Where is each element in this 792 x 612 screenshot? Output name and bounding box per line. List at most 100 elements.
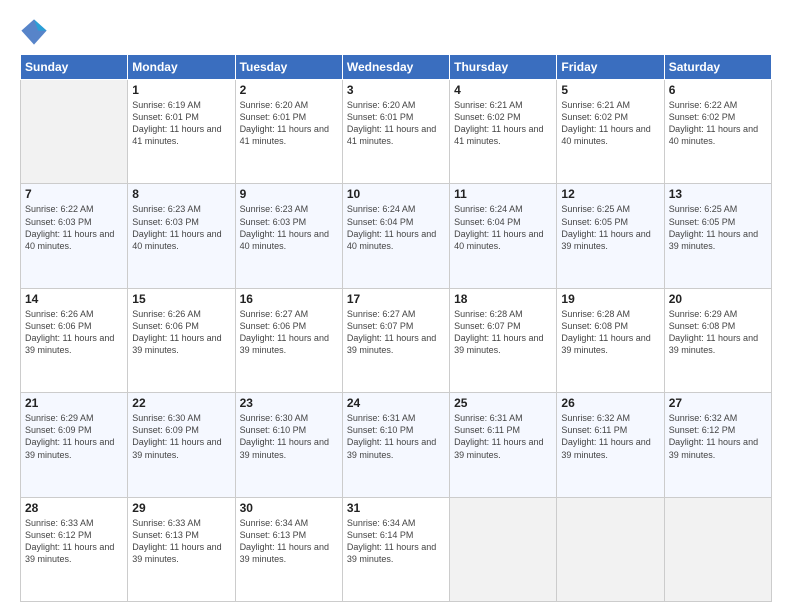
day-number: 13: [669, 187, 767, 201]
calendar-cell: 30 Sunrise: 6:34 AMSunset: 6:13 PMDayligh…: [235, 497, 342, 601]
calendar-cell: 23 Sunrise: 6:30 AMSunset: 6:10 PMDayligh…: [235, 393, 342, 497]
day-number: 21: [25, 396, 123, 410]
calendar-cell: 2 Sunrise: 6:20 AMSunset: 6:01 PMDaylight…: [235, 80, 342, 184]
day-number: 7: [25, 187, 123, 201]
day-info: Sunrise: 6:33 AMSunset: 6:12 PMDaylight:…: [25, 517, 123, 566]
calendar-cell: 27 Sunrise: 6:32 AMSunset: 6:12 PMDayligh…: [664, 393, 771, 497]
day-number: 22: [132, 396, 230, 410]
calendar-cell: [557, 497, 664, 601]
day-number: 10: [347, 187, 445, 201]
calendar-cell: [664, 497, 771, 601]
day-number: 20: [669, 292, 767, 306]
day-number: 9: [240, 187, 338, 201]
weekday-header-tuesday: Tuesday: [235, 55, 342, 80]
calendar-table: SundayMondayTuesdayWednesdayThursdayFrid…: [20, 54, 772, 602]
calendar-cell: 24Sunrise: 6:31 AMSunset: 6:10 PMDayligh…: [342, 393, 449, 497]
day-info: Sunrise: 6:20 AMSunset: 6:01 PMDaylight:…: [240, 99, 338, 148]
calendar-cell: 3 Sunrise: 6:20 AMSunset: 6:01 PMDaylight…: [342, 80, 449, 184]
day-info: Sunrise: 6:21 AMSunset: 6:02 PMDaylight:…: [454, 99, 552, 148]
calendar-cell: 9 Sunrise: 6:23 AMSunset: 6:03 PMDaylight…: [235, 184, 342, 288]
day-info: Sunrise: 6:25 AMSunset: 6:05 PMDaylight:…: [669, 203, 767, 252]
day-info: Sunrise: 6:32 AMSunset: 6:11 PMDaylight:…: [561, 412, 659, 461]
calendar-week-2: 7 Sunrise: 6:22 AMSunset: 6:03 PMDaylight…: [21, 184, 772, 288]
day-info: Sunrise: 6:21 AMSunset: 6:02 PMDaylight:…: [561, 99, 659, 148]
calendar-week-1: 1Sunrise: 6:19 AMSunset: 6:01 PMDaylight…: [21, 80, 772, 184]
calendar-cell: 13 Sunrise: 6:25 AMSunset: 6:05 PMDayligh…: [664, 184, 771, 288]
calendar-cell: 5 Sunrise: 6:21 AMSunset: 6:02 PMDaylight…: [557, 80, 664, 184]
day-info: Sunrise: 6:28 AMSunset: 6:08 PMDaylight:…: [561, 308, 659, 357]
day-number: 19: [561, 292, 659, 306]
day-number: 23: [240, 396, 338, 410]
day-number: 11: [454, 187, 552, 201]
calendar-cell: 21Sunrise: 6:29 AMSunset: 6:09 PMDayligh…: [21, 393, 128, 497]
calendar-week-3: 14Sunrise: 6:26 AMSunset: 6:06 PMDayligh…: [21, 288, 772, 392]
logo-icon: [20, 18, 48, 46]
day-number: 5: [561, 83, 659, 97]
calendar-cell: 22Sunrise: 6:30 AMSunset: 6:09 PMDayligh…: [128, 393, 235, 497]
day-info: Sunrise: 6:32 AMSunset: 6:12 PMDaylight:…: [669, 412, 767, 461]
day-number: 1: [132, 83, 230, 97]
day-info: Sunrise: 6:23 AMSunset: 6:03 PMDaylight:…: [240, 203, 338, 252]
calendar-cell: 7 Sunrise: 6:22 AMSunset: 6:03 PMDaylight…: [21, 184, 128, 288]
day-number: 28: [25, 501, 123, 515]
day-number: 3: [347, 83, 445, 97]
day-info: Sunrise: 6:23 AMSunset: 6:03 PMDaylight:…: [132, 203, 230, 252]
calendar-cell: 10Sunrise: 6:24 AMSunset: 6:04 PMDayligh…: [342, 184, 449, 288]
day-number: 27: [669, 396, 767, 410]
calendar-cell: 26 Sunrise: 6:32 AMSunset: 6:11 PMDayligh…: [557, 393, 664, 497]
day-number: 6: [669, 83, 767, 97]
day-number: 25: [454, 396, 552, 410]
day-info: Sunrise: 6:22 AMSunset: 6:03 PMDaylight:…: [25, 203, 123, 252]
calendar-cell: 16 Sunrise: 6:27 AMSunset: 6:06 PMDayligh…: [235, 288, 342, 392]
day-info: Sunrise: 6:34 AMSunset: 6:13 PMDaylight:…: [240, 517, 338, 566]
calendar-cell: 29Sunrise: 6:33 AMSunset: 6:13 PMDayligh…: [128, 497, 235, 601]
day-number: 8: [132, 187, 230, 201]
calendar-cell: 17 Sunrise: 6:27 AMSunset: 6:07 PMDayligh…: [342, 288, 449, 392]
day-info: Sunrise: 6:31 AMSunset: 6:11 PMDaylight:…: [454, 412, 552, 461]
calendar-cell: 18 Sunrise: 6:28 AMSunset: 6:07 PMDayligh…: [450, 288, 557, 392]
day-info: Sunrise: 6:27 AMSunset: 6:07 PMDaylight:…: [347, 308, 445, 357]
weekday-header-friday: Friday: [557, 55, 664, 80]
calendar-cell: 8 Sunrise: 6:23 AMSunset: 6:03 PMDaylight…: [128, 184, 235, 288]
calendar-cell: 25 Sunrise: 6:31 AMSunset: 6:11 PMDayligh…: [450, 393, 557, 497]
day-info: Sunrise: 6:28 AMSunset: 6:07 PMDaylight:…: [454, 308, 552, 357]
calendar-cell: 31 Sunrise: 6:34 AMSunset: 6:14 PMDayligh…: [342, 497, 449, 601]
day-info: Sunrise: 6:26 AMSunset: 6:06 PMDaylight:…: [25, 308, 123, 357]
calendar-cell: 11 Sunrise: 6:24 AMSunset: 6:04 PMDayligh…: [450, 184, 557, 288]
calendar-header: SundayMondayTuesdayWednesdayThursdayFrid…: [21, 55, 772, 80]
day-info: Sunrise: 6:24 AMSunset: 6:04 PMDaylight:…: [454, 203, 552, 252]
calendar-week-4: 21Sunrise: 6:29 AMSunset: 6:09 PMDayligh…: [21, 393, 772, 497]
calendar-cell: [450, 497, 557, 601]
calendar-cell: 15 Sunrise: 6:26 AMSunset: 6:06 PMDayligh…: [128, 288, 235, 392]
calendar-week-5: 28 Sunrise: 6:33 AMSunset: 6:12 PMDayligh…: [21, 497, 772, 601]
day-info: Sunrise: 6:30 AMSunset: 6:10 PMDaylight:…: [240, 412, 338, 461]
day-number: 12: [561, 187, 659, 201]
weekday-header-row: SundayMondayTuesdayWednesdayThursdayFrid…: [21, 55, 772, 80]
day-number: 17: [347, 292, 445, 306]
day-info: Sunrise: 6:27 AMSunset: 6:06 PMDaylight:…: [240, 308, 338, 357]
calendar-cell: 6 Sunrise: 6:22 AMSunset: 6:02 PMDaylight…: [664, 80, 771, 184]
day-info: Sunrise: 6:20 AMSunset: 6:01 PMDaylight:…: [347, 99, 445, 148]
day-number: 31: [347, 501, 445, 515]
weekday-header-saturday: Saturday: [664, 55, 771, 80]
calendar-cell: 20Sunrise: 6:29 AMSunset: 6:08 PMDayligh…: [664, 288, 771, 392]
logo: [20, 18, 50, 46]
calendar-cell: 1Sunrise: 6:19 AMSunset: 6:01 PMDaylight…: [128, 80, 235, 184]
day-number: 4: [454, 83, 552, 97]
calendar-cell: [21, 80, 128, 184]
day-number: 18: [454, 292, 552, 306]
day-number: 16: [240, 292, 338, 306]
day-number: 26: [561, 396, 659, 410]
day-number: 2: [240, 83, 338, 97]
calendar-cell: 19 Sunrise: 6:28 AMSunset: 6:08 PMDayligh…: [557, 288, 664, 392]
day-number: 30: [240, 501, 338, 515]
day-info: Sunrise: 6:31 AMSunset: 6:10 PMDaylight:…: [347, 412, 445, 461]
day-number: 15: [132, 292, 230, 306]
day-info: Sunrise: 6:34 AMSunset: 6:14 PMDaylight:…: [347, 517, 445, 566]
weekday-header-wednesday: Wednesday: [342, 55, 449, 80]
calendar-cell: 28 Sunrise: 6:33 AMSunset: 6:12 PMDayligh…: [21, 497, 128, 601]
day-number: 29: [132, 501, 230, 515]
weekday-header-sunday: Sunday: [21, 55, 128, 80]
day-info: Sunrise: 6:22 AMSunset: 6:02 PMDaylight:…: [669, 99, 767, 148]
day-info: Sunrise: 6:26 AMSunset: 6:06 PMDaylight:…: [132, 308, 230, 357]
